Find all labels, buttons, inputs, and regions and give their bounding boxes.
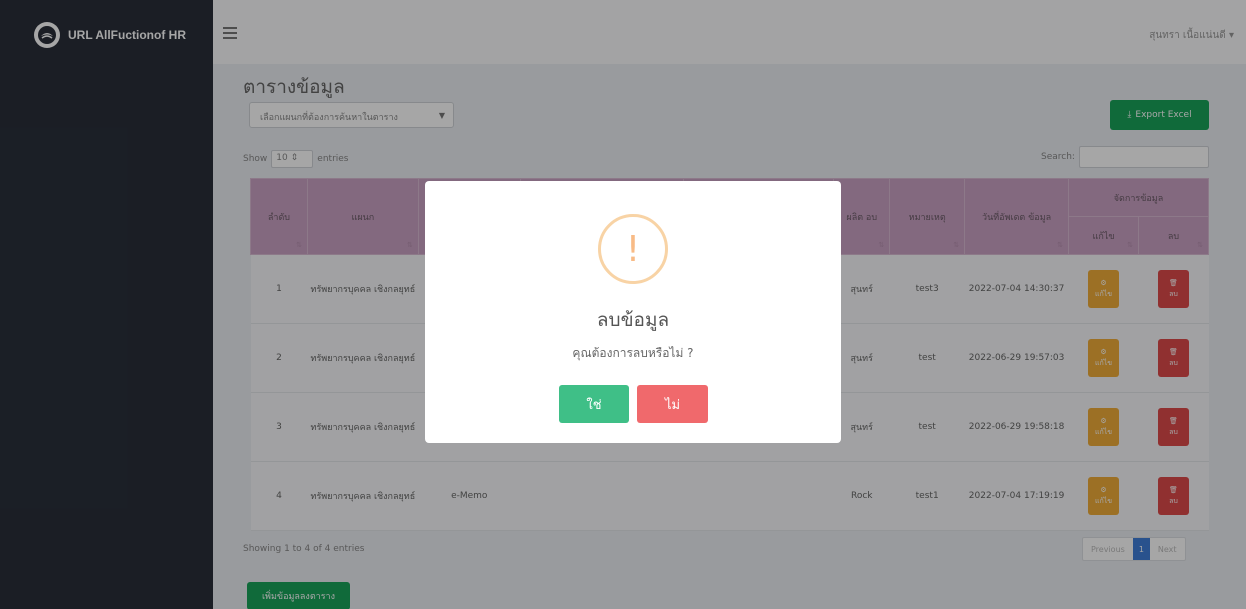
delete-confirm-modal: ! ลบข้อมูล คุณต้องการลบหรือไม่ ? ใช่ ไม่ [425,181,841,443]
modal-text: คุณต้องการลบหรือไม่ ? [572,346,694,360]
modal-title: ลบข้อมูล [596,309,670,331]
warning-icon: ! [598,214,668,284]
confirm-no-button[interactable]: ไม่ [637,385,708,423]
confirm-yes-button[interactable]: ใช่ [559,385,629,423]
